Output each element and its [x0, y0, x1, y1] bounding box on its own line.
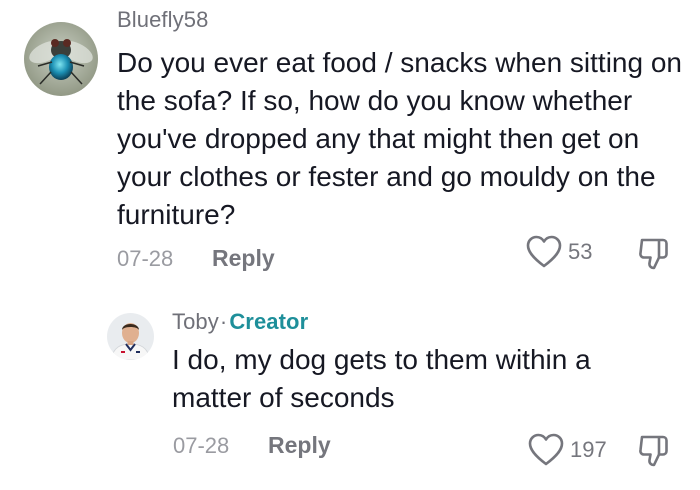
comment-username[interactable]: Toby·Creator: [172, 309, 308, 335]
fly-photo-avatar: [24, 22, 98, 96]
thumbs-down-outline-icon: [639, 435, 668, 467]
dislike-button[interactable]: [636, 433, 672, 474]
like-count: 197: [570, 437, 607, 462]
reply-button[interactable]: Reply: [212, 245, 275, 272]
comment-date: 07-28: [117, 246, 174, 271]
dislike-button[interactable]: [636, 236, 672, 277]
comment-text: I do, my dog gets to them within a matte…: [172, 344, 591, 413]
creator-avatar[interactable]: [107, 313, 154, 360]
creator-badge: Creator: [229, 309, 309, 334]
user-avatar[interactable]: [24, 22, 98, 96]
separator-dot: ·: [219, 309, 228, 334]
username-text[interactable]: Bluefly58: [117, 7, 208, 32]
comment-text: Do you ever eat food / snacks when sitti…: [117, 47, 682, 230]
like-button[interactable]: 53: [526, 235, 592, 269]
username-text[interactable]: Toby: [172, 309, 219, 334]
like-button[interactable]: 197: [528, 433, 607, 467]
like-count: 53: [568, 239, 593, 264]
heart-outline-icon: [526, 235, 562, 268]
comment-username[interactable]: Bluefly58: [117, 7, 208, 33]
comment-date: 07-28: [173, 433, 230, 458]
thumbs-down-outline-icon: [639, 238, 668, 270]
reply-button[interactable]: Reply: [268, 432, 331, 459]
heart-outline-icon: [528, 433, 564, 466]
person-photo-avatar: [107, 313, 154, 360]
